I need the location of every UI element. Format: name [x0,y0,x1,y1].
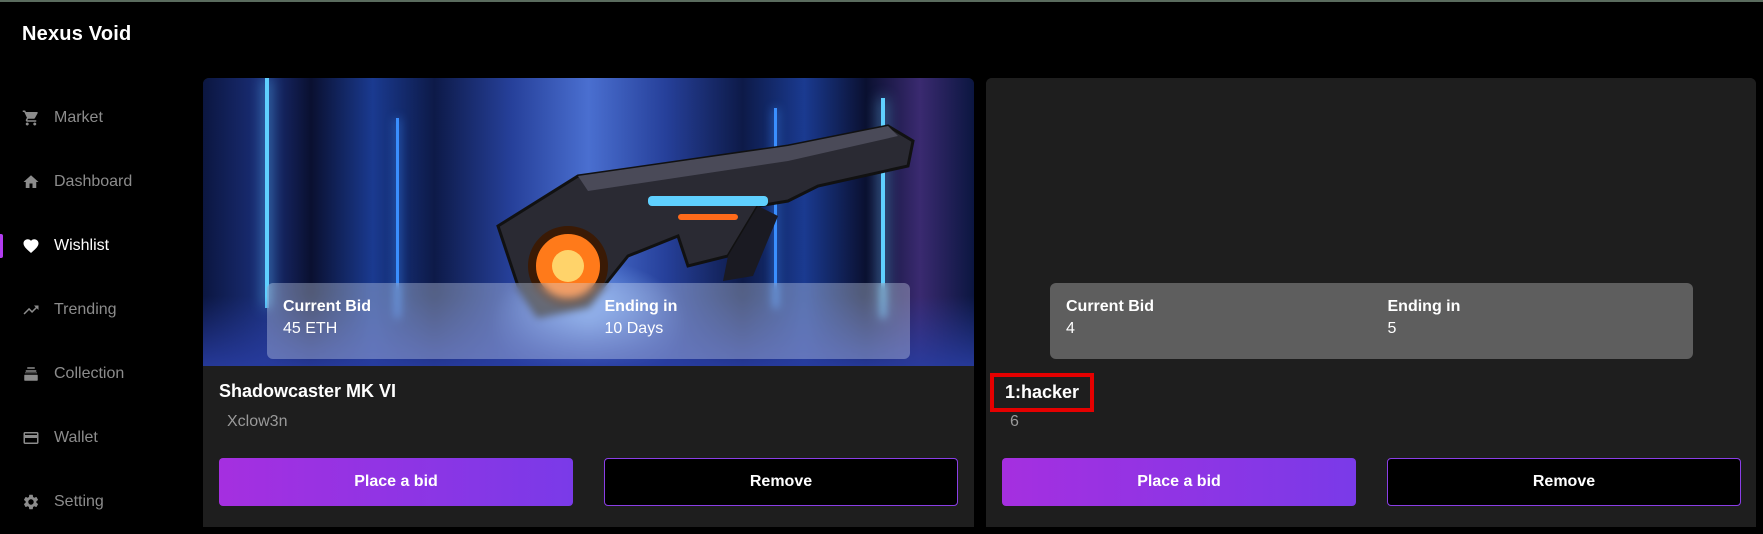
cyberpunk-blaster-image[interactable]: Current Bid 45 ETH Ending in 10 Days [203,78,974,366]
sidebar-item-label: Wallet [54,429,98,446]
sidebar-item-label: Market [54,109,103,126]
current-bid-value: 4 [1066,320,1075,337]
sidebar-item-wallet[interactable]: Wallet [0,406,190,470]
current-bid-value: 45 ETH [283,320,338,337]
neon-light-strip [264,78,269,308]
item-owner: Xclow3n [227,413,288,430]
current-bid-section: Current Bid 45 ETH [267,283,589,359]
sidebar-item-collection[interactable]: Collection [0,342,190,406]
item-owner: 6 [1010,413,1019,430]
sidebar-item-label: Collection [54,365,125,382]
ending-value: 10 Days [604,320,664,337]
sidebar-item-trending[interactable]: Trending [0,278,190,342]
ending-value: 5 [1387,320,1397,337]
sidebar-item-market[interactable]: Market [0,86,190,150]
trending-up-icon [22,301,40,319]
home-icon [22,173,40,191]
heart-icon [22,237,40,255]
bid-info-panel: Current Bid 45 ETH Ending in 10 Days [267,283,910,359]
stack-icon [22,365,40,383]
current-bid-label: Current Bid [283,298,371,315]
ending-section: Ending in 10 Days [589,283,911,359]
place-bid-button[interactable]: Place a bid [1002,458,1356,506]
top-border [0,0,1763,2]
ending-label: Ending in [1387,298,1461,315]
brand-logo-text[interactable]: Nexus Void [22,23,131,46]
wishlist-card: Current Bid 45 ETH Ending in 10 Days Sha… [203,78,974,527]
place-bid-button[interactable]: Place a bid [219,458,573,506]
missing-image[interactable]: Current Bid 4 Ending in 5 [986,78,1756,366]
item-title[interactable]: Shadowcaster MK VI [219,377,396,406]
item-title[interactable]: 1:hacker [990,373,1095,412]
bid-info-panel: Current Bid 4 Ending in 5 [1050,283,1693,359]
sidebar-item-dashboard[interactable]: Dashboard [0,150,190,214]
wishlist-card: Current Bid 4 Ending in 5 1:hacker 6 Pla… [986,78,1756,527]
gear-icon [22,493,40,511]
sidebar-item-wishlist[interactable]: Wishlist [0,214,190,278]
ending-label: Ending in [604,298,678,315]
remove-button[interactable]: Remove [604,458,958,506]
sidebar-item-label: Setting [54,493,104,510]
sidebar-item-label: Wishlist [54,237,110,254]
current-bid-label: Current Bid [1066,298,1154,315]
sidebar-nav: Market Dashboard Wishlist Trending Colle… [0,86,190,534]
sidebar-item-label: Dashboard [54,173,133,190]
current-bid-section: Current Bid 4 [1050,283,1372,359]
ending-section: Ending in 5 [1372,283,1694,359]
card-icon [22,429,40,447]
cart-icon [22,109,40,127]
sidebar-item-setting[interactable]: Setting [0,470,190,534]
sidebar-item-label: Trending [54,301,117,318]
remove-button[interactable]: Remove [1387,458,1741,506]
